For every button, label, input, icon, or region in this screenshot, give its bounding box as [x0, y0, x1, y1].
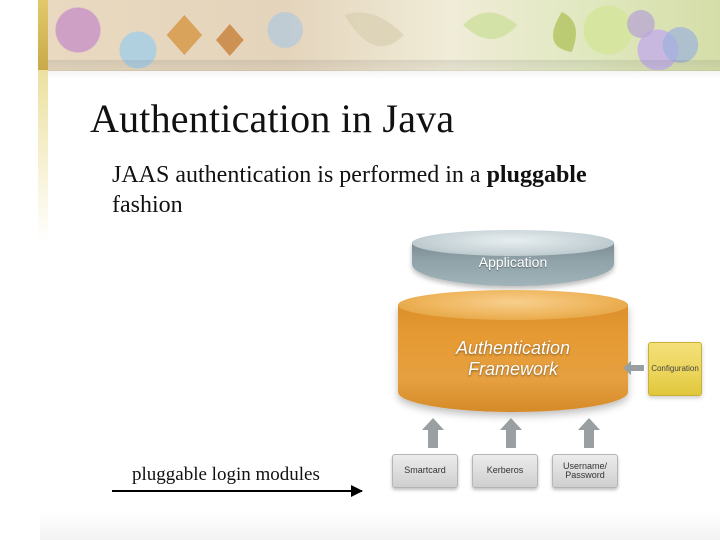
authentication-framework-layer: Authentication Framework: [398, 290, 628, 420]
module-smartcard: Smartcard: [392, 454, 458, 488]
module-arrow-3: [584, 428, 594, 448]
framework-label-line1: Authentication: [456, 338, 570, 358]
left-rail: [38, 70, 48, 500]
architecture-diagram: Application Authentication Framework Con…: [380, 230, 700, 510]
bottom-shadow: [40, 512, 720, 540]
framework-label: Authentication Framework: [398, 338, 628, 379]
body-bold: pluggable: [487, 162, 587, 188]
module-row: Smartcard Kerberos Username/ Password: [392, 454, 618, 488]
module-arrow-1: [428, 428, 438, 448]
body-prefix: JAAS authentication is performed in a: [112, 162, 487, 188]
application-cylinder-top: [412, 230, 614, 256]
caption-text: pluggable login modules: [132, 464, 320, 486]
caption-arrow: [112, 490, 362, 492]
configuration-label: Configuration: [651, 365, 699, 374]
configuration-arrow: [630, 365, 644, 371]
module-arrow-2: [506, 428, 516, 448]
application-layer: Application: [412, 230, 614, 298]
slide-title: Authentication in Java: [90, 95, 454, 142]
module-username-password: Username/ Password: [552, 454, 618, 488]
application-label: Application: [412, 254, 614, 270]
slide: Authentication in Java JAAS authenticati…: [0, 0, 720, 540]
configuration-box: Configuration: [648, 342, 702, 396]
banner-shadow: [48, 60, 720, 82]
body-text: JAAS authentication is performed in a pl…: [112, 160, 660, 220]
framework-cylinder-top: [398, 290, 628, 320]
module-kerberos: Kerberos: [472, 454, 538, 488]
body-suffix: fashion: [112, 192, 183, 218]
left-rail-top: [38, 0, 48, 70]
framework-label-line2: Framework: [468, 359, 558, 379]
